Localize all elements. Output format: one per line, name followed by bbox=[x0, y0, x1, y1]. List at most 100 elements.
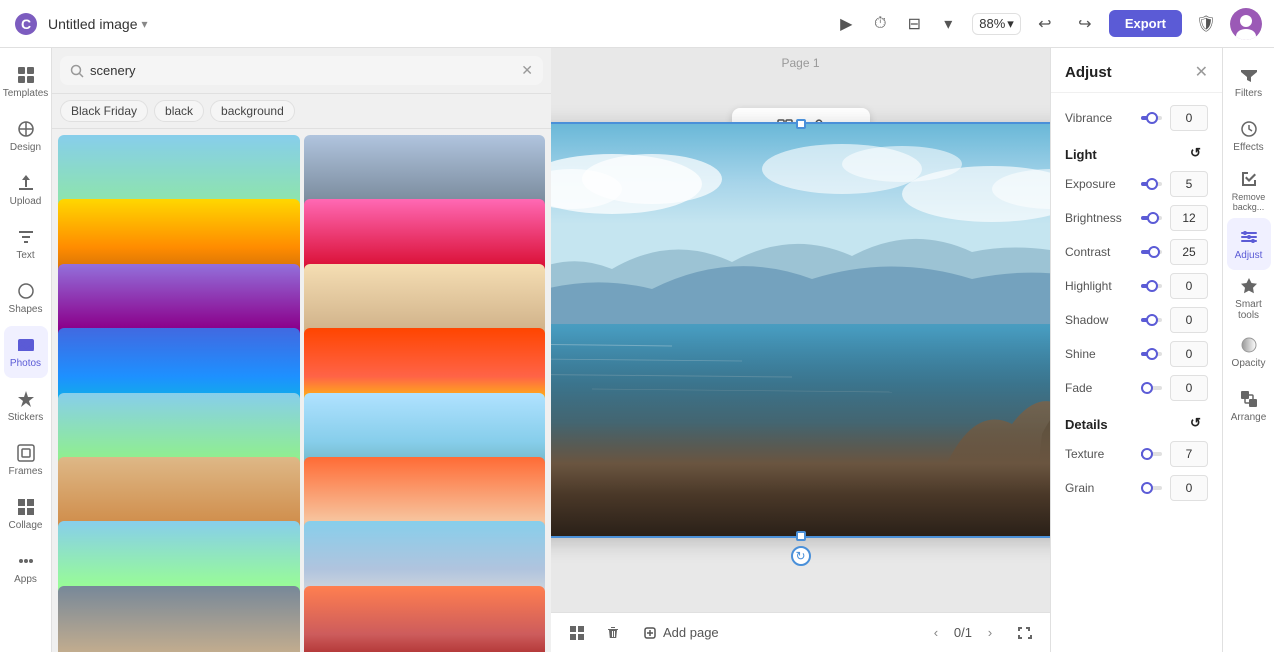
sidebar-item-shapes[interactable]: Shapes bbox=[4, 272, 48, 324]
exposure-slider[interactable] bbox=[1141, 182, 1162, 186]
highlight-value[interactable]: 0 bbox=[1170, 273, 1208, 299]
topbar: C Untitled image ▾ ▶ ⏱ ⊟ ▾ 88% ▾ ↩ ↪ Exp… bbox=[0, 0, 1274, 48]
shadow-row: Shadow 0 bbox=[1051, 303, 1222, 337]
search-clear-btn[interactable]: ✕ bbox=[521, 62, 533, 79]
sidebar-photos-label: Photos bbox=[10, 358, 41, 369]
details-section-header[interactable]: Details ↺ bbox=[1051, 405, 1222, 437]
grain-label: Grain bbox=[1065, 481, 1133, 495]
adjust-tab-label: Adjust bbox=[1235, 250, 1263, 261]
timer-btn[interactable]: ⏱ bbox=[864, 8, 896, 40]
tags-area: Black Friday black background bbox=[52, 94, 551, 129]
canvas-frame[interactable]: ↻ bbox=[551, 122, 1050, 538]
shine-value[interactable]: 0 bbox=[1170, 341, 1208, 367]
undo-btn[interactable]: ↩ bbox=[1029, 8, 1061, 40]
vibrance-value[interactable]: 0 bbox=[1170, 105, 1208, 131]
remove-bg-btn[interactable]: Remove backg... bbox=[1227, 164, 1271, 216]
filters-btn[interactable]: Filters bbox=[1227, 56, 1271, 108]
grain-value[interactable]: 0 bbox=[1170, 475, 1208, 501]
trash-btn[interactable] bbox=[599, 619, 627, 647]
handle-tm[interactable] bbox=[796, 119, 806, 129]
light-label: Light bbox=[1065, 147, 1097, 162]
search-bar: ✕ bbox=[60, 56, 543, 85]
sidebar-item-frames[interactable]: Frames bbox=[4, 434, 48, 486]
texture-value[interactable]: 7 bbox=[1170, 441, 1208, 467]
photo-thumb-16[interactable] bbox=[304, 586, 546, 652]
texture-label: Texture bbox=[1065, 447, 1133, 461]
smart-tools-btn[interactable]: Smart tools bbox=[1227, 272, 1271, 324]
shadow-slider[interactable] bbox=[1141, 318, 1162, 322]
sidebar-item-apps[interactable]: Apps bbox=[4, 542, 48, 594]
sidebar-item-stickers[interactable]: Stickers bbox=[4, 380, 48, 432]
search-input[interactable] bbox=[90, 63, 515, 78]
add-page-button[interactable]: Add page bbox=[635, 621, 727, 644]
grid-view-btn[interactable] bbox=[563, 619, 591, 647]
light-reset-btn[interactable]: ↺ bbox=[1190, 145, 1208, 163]
vibrance-slider[interactable] bbox=[1141, 116, 1162, 120]
highlight-row: Highlight 0 bbox=[1051, 269, 1222, 303]
sidebar-design-label: Design bbox=[10, 142, 41, 153]
svg-text:C: C bbox=[21, 16, 31, 32]
brightness-label: Brightness bbox=[1065, 211, 1133, 225]
sidebar-item-templates[interactable]: Templates bbox=[4, 56, 48, 108]
export-button[interactable]: Export bbox=[1109, 10, 1182, 37]
adjust-tab-btn[interactable]: Adjust bbox=[1227, 218, 1271, 270]
logo[interactable]: C bbox=[12, 10, 40, 38]
sidebar-shapes-label: Shapes bbox=[9, 304, 43, 315]
grain-slider[interactable] bbox=[1141, 486, 1162, 490]
sidebar-stickers-label: Stickers bbox=[8, 412, 44, 423]
arrange-label: Arrange bbox=[1231, 412, 1267, 423]
opacity-btn[interactable]: Opacity bbox=[1227, 326, 1271, 378]
redo-btn[interactable]: ↪ bbox=[1069, 8, 1101, 40]
texture-slider[interactable] bbox=[1141, 452, 1162, 456]
sidebar-text-label: Text bbox=[16, 250, 34, 261]
highlight-slider[interactable] bbox=[1141, 284, 1162, 288]
exposure-row: Exposure 5 bbox=[1051, 167, 1222, 201]
prev-page-btn[interactable]: ‹ bbox=[924, 621, 948, 645]
fullscreen-btn[interactable] bbox=[1010, 619, 1038, 647]
sidebar-item-design[interactable]: Design bbox=[4, 110, 48, 162]
canvas-area: Page 1 ••• bbox=[551, 48, 1050, 652]
play-btn[interactable]: ▶ bbox=[830, 8, 862, 40]
shield-btn[interactable]: 🛡 bbox=[1190, 8, 1222, 40]
doc-title-area[interactable]: Untitled image ▾ bbox=[48, 16, 148, 32]
right-panel: Adjust ✕ Vibrance 0 Light ↺ Exposure bbox=[1050, 48, 1274, 652]
exposure-value[interactable]: 5 bbox=[1170, 171, 1208, 197]
filters-label: Filters bbox=[1235, 88, 1262, 99]
adjust-close-btn[interactable]: ✕ bbox=[1195, 62, 1208, 82]
details-label: Details bbox=[1065, 417, 1108, 432]
arrange-btn[interactable]: Arrange bbox=[1227, 380, 1271, 432]
contrast-row: Contrast 25 bbox=[1051, 235, 1222, 269]
zoom-caret: ▾ bbox=[1007, 16, 1014, 32]
sidebar-collage-label: Collage bbox=[9, 520, 43, 531]
brightness-value[interactable]: 12 bbox=[1170, 205, 1208, 231]
contrast-slider[interactable] bbox=[1141, 250, 1162, 254]
light-section-header[interactable]: Light ↺ bbox=[1051, 135, 1222, 167]
adjust-header: Adjust ✕ bbox=[1051, 48, 1222, 93]
layout-btn[interactable]: ⊟ bbox=[898, 8, 930, 40]
rotate-handle[interactable]: ↻ bbox=[791, 546, 811, 566]
shine-slider[interactable] bbox=[1141, 352, 1162, 356]
details-reset-btn[interactable]: ↺ bbox=[1190, 415, 1208, 433]
tag-black[interactable]: black bbox=[154, 100, 204, 122]
zoom-control[interactable]: 88% ▾ bbox=[972, 13, 1021, 35]
contrast-label: Contrast bbox=[1065, 245, 1133, 259]
sidebar-item-photos[interactable]: Photos bbox=[4, 326, 48, 378]
sidebar-item-collage[interactable]: Collage bbox=[4, 488, 48, 540]
tag-background[interactable]: background bbox=[210, 100, 295, 122]
fade-value[interactable]: 0 bbox=[1170, 375, 1208, 401]
next-page-btn[interactable]: › bbox=[978, 621, 1002, 645]
doc-title-caret: ▾ bbox=[142, 17, 148, 31]
avatar[interactable] bbox=[1230, 8, 1262, 40]
texture-row: Texture 7 bbox=[1051, 437, 1222, 471]
photo-thumb-15[interactable] bbox=[58, 586, 300, 652]
contrast-value[interactable]: 25 bbox=[1170, 239, 1208, 265]
layout-caret[interactable]: ▾ bbox=[932, 8, 964, 40]
shadow-value[interactable]: 0 bbox=[1170, 307, 1208, 333]
effects-btn[interactable]: Effects bbox=[1227, 110, 1271, 162]
handle-bm[interactable] bbox=[796, 531, 806, 541]
tag-black-friday[interactable]: Black Friday bbox=[60, 100, 148, 122]
sidebar-item-text[interactable]: Text bbox=[4, 218, 48, 270]
fade-slider[interactable] bbox=[1141, 386, 1162, 390]
brightness-slider[interactable] bbox=[1141, 216, 1162, 220]
sidebar-item-upload[interactable]: Upload bbox=[4, 164, 48, 216]
